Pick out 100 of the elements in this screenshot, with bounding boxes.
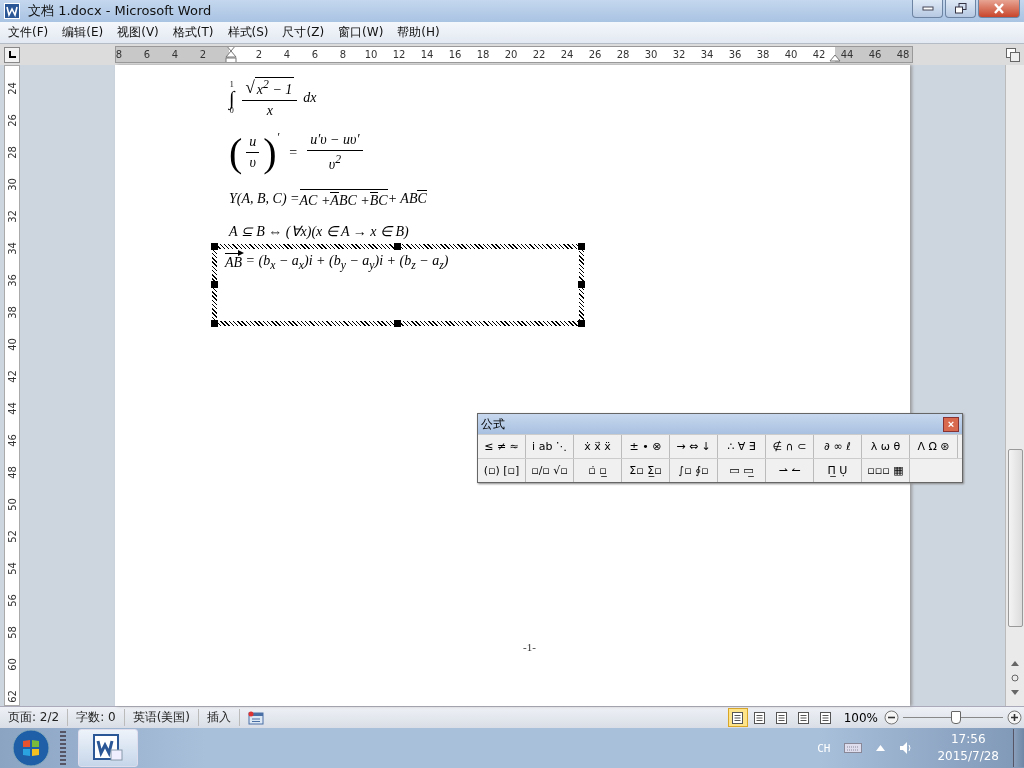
- page-icon: [731, 711, 745, 724]
- status-item[interactable]: 插入: [199, 709, 241, 726]
- ruler-number: 18: [476, 48, 490, 62]
- ruler-number: 50: [6, 497, 18, 511]
- ruler-number: 36: [728, 48, 742, 62]
- ruler-number: 62: [6, 689, 18, 703]
- resize-handle[interactable]: [211, 280, 218, 288]
- resize-handle[interactable]: [578, 242, 585, 250]
- symbol-button[interactable]: Σ▫ Σ̲▫: [622, 459, 670, 482]
- split-view-icon[interactable]: [1005, 46, 1021, 63]
- ruler-number: 58: [6, 625, 18, 639]
- resize-handle[interactable]: [211, 242, 218, 250]
- symbol-button[interactable]: ∫▫ ∮▫: [670, 459, 718, 482]
- macro-record-icon[interactable]: [248, 710, 265, 725]
- page-number: -1-: [523, 641, 536, 653]
- ruler-number: 4: [171, 48, 179, 62]
- zoom-in-icon[interactable]: [1007, 710, 1022, 725]
- view-button[interactable]: [727, 708, 748, 727]
- menu-item[interactable]: 格式(T): [166, 24, 222, 41]
- ruler-number: 20: [504, 48, 518, 62]
- menu-item[interactable]: 样式(S): [221, 24, 277, 41]
- symbol-button[interactable]: ▫/▫ √▫: [526, 459, 574, 482]
- resize-handle[interactable]: [578, 319, 585, 327]
- close-button[interactable]: [978, 0, 1020, 18]
- resize-handle[interactable]: [394, 242, 401, 250]
- ruler-number: 8: [116, 48, 123, 62]
- keyboard-icon[interactable]: [844, 743, 863, 753]
- ruler-number: 10: [364, 48, 378, 62]
- menu-item[interactable]: 编辑(E): [56, 24, 112, 41]
- status-item[interactable]: 字数: 0: [68, 709, 125, 726]
- zoom-level[interactable]: 100%: [843, 710, 878, 725]
- ruler-number: 32: [6, 209, 18, 223]
- symbol-button[interactable]: ▫▫▫ ▦: [862, 459, 910, 482]
- status-item[interactable]: 英语(美国): [124, 709, 200, 726]
- ruler-number: 42: [812, 48, 826, 62]
- menu-item[interactable]: 尺寸(Z): [276, 24, 333, 41]
- ruler-number: 6: [143, 48, 151, 62]
- ruler-number: 36: [6, 273, 18, 287]
- ruler-number: 4: [283, 48, 291, 62]
- equation[interactable]: A ⊆ B ⇔ (∀x)(x ∈ A → x ∈ B): [221, 220, 417, 242]
- page-icon: [819, 711, 833, 724]
- window-title: 文档 1.docx - Microsoft Word: [28, 2, 212, 20]
- ruler-number: 38: [756, 48, 770, 62]
- ruler-number: 40: [6, 337, 18, 351]
- ruler-number: 34: [700, 48, 714, 62]
- resize-handle[interactable]: [211, 319, 218, 327]
- word-app-icon: [4, 3, 20, 19]
- tab-selector-button[interactable]: [4, 46, 20, 63]
- scrollbar-thumb[interactable]: [1008, 449, 1023, 627]
- ruler-number: 46: [868, 48, 882, 62]
- ruler-number: 40: [784, 48, 798, 62]
- minimize-icon: [921, 5, 934, 12]
- ruler-number: 46: [6, 433, 18, 447]
- ruler-number: 24: [560, 48, 574, 62]
- word-app-icon: [93, 734, 123, 762]
- symbol-button[interactable]: Π̲ Ụ: [814, 459, 862, 482]
- word-taskbar-button[interactable]: [78, 729, 138, 767]
- menu-item[interactable]: 帮助(H): [391, 24, 448, 41]
- resize-handle[interactable]: [394, 319, 401, 327]
- resize-handle[interactable]: [578, 280, 585, 288]
- right-indent-marker-icon[interactable]: [829, 54, 841, 62]
- ruler-number: 48: [6, 465, 18, 479]
- start-button[interactable]: [12, 729, 50, 767]
- symbol-button[interactable]: (▫) [▫]: [478, 459, 526, 482]
- menu-item[interactable]: 窗口(W): [332, 24, 392, 41]
- restore-icon: [954, 3, 967, 14]
- ruler-number: 2: [199, 48, 207, 62]
- page-icon: [797, 711, 811, 724]
- equation[interactable]: Y(A, B, C) =AC +ABC +BC+ ABC: [221, 186, 435, 211]
- ruler-number: 42: [6, 369, 18, 383]
- ruler-number: 44: [840, 48, 854, 62]
- page-icon: [753, 711, 767, 724]
- ruler-number: 2: [255, 48, 263, 62]
- ruler-number: 22: [532, 48, 546, 62]
- status-item[interactable]: 页面: 2/2: [0, 709, 69, 726]
- ruler-number: 28: [616, 48, 630, 62]
- down-arrow-icon[interactable]: [1011, 690, 1019, 696]
- equation[interactable]: AB = (b$_{x}$ − a$_{x}$)i + (b$_{y}$ − a$_{y}$)i + (b$_{z}$ − a$_{z}$): [221, 252, 575, 272]
- ruler-number: 16: [448, 48, 462, 62]
- page-icon: [775, 711, 789, 724]
- zoom-out-icon[interactable]: [884, 710, 899, 725]
- zoom-slider-thumb[interactable]: [951, 711, 961, 724]
- ruler-number: 26: [588, 48, 602, 62]
- menu-item[interactable]: 文件(F): [2, 24, 57, 41]
- circle-icon[interactable]: [1011, 674, 1019, 682]
- symbol-button[interactable]: ≤ ≠ ≈: [478, 435, 526, 458]
- ruler-number: 12: [392, 48, 406, 62]
- ruler-number: 44: [6, 401, 18, 415]
- menu-item[interactable]: 视图(V): [111, 24, 167, 41]
- restore-button[interactable]: [945, 0, 976, 18]
- indent-marker-icon[interactable]: [225, 47, 237, 62]
- up-arrow-icon[interactable]: [1011, 660, 1019, 666]
- symbol-button[interactable]: ⇀ ↼: [766, 459, 814, 482]
- ruler-number: 24: [6, 81, 18, 95]
- palette-title: 公式: [481, 415, 505, 433]
- ruler-number: 56: [6, 593, 18, 607]
- symbol-button[interactable]: ▫̇ ▫̲: [574, 459, 622, 482]
- ruler-number: 30: [644, 48, 658, 62]
- symbol-button[interactable]: ▭ ▭̲: [718, 459, 766, 482]
- ruler-number: 14: [420, 48, 434, 62]
